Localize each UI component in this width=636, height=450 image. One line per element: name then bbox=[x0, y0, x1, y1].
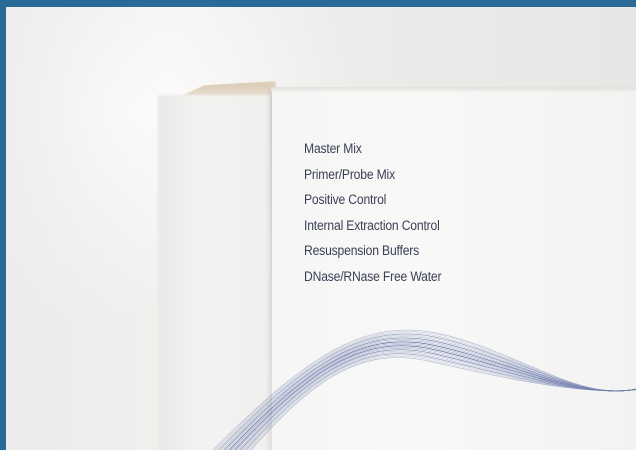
wave-line bbox=[214, 331, 636, 450]
kit-contents-item: DNase/RNase Free Water bbox=[304, 268, 442, 284]
wave-graphic bbox=[212, 329, 636, 450]
wave-line bbox=[212, 329, 636, 450]
wave-line bbox=[227, 340, 636, 450]
box-top-shadow bbox=[271, 87, 636, 93]
kit-contents-item: Resuspension Buffers bbox=[304, 243, 420, 259]
kit-contents-item: Primer/Probe Mix bbox=[304, 166, 395, 182]
kit-contents-item: Master Mix bbox=[304, 141, 362, 156]
wave-line bbox=[250, 357, 636, 450]
product-photo: Master Mix Primer/Probe Mix Positive Con… bbox=[6, 7, 636, 450]
wave-line bbox=[248, 355, 636, 450]
kit-contents-item: Internal Extraction Control bbox=[304, 217, 440, 233]
wave-line bbox=[236, 346, 636, 450]
wave-line bbox=[246, 354, 636, 450]
kit-contents-list: Master Mix Primer/Probe Mix Positive Con… bbox=[304, 136, 457, 290]
wave-line bbox=[245, 353, 636, 450]
wave-line bbox=[238, 348, 636, 450]
background-blur bbox=[6, 7, 166, 450]
kit-contents-item: Positive Control bbox=[304, 192, 387, 208]
